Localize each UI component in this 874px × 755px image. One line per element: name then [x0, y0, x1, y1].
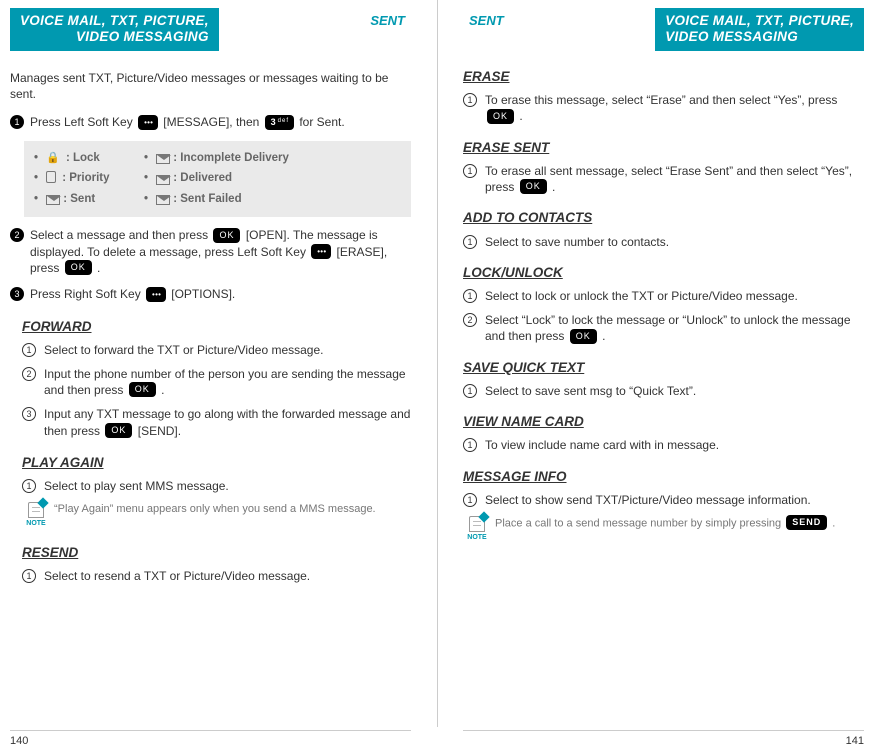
play-again-note: NOTE “Play Again” menu appears only when…: [22, 502, 411, 528]
ok-key-icon-r1: OK: [487, 109, 514, 124]
envelope-incomplete-icon: [156, 154, 170, 164]
step-2a: Select a message and then press: [30, 228, 211, 242]
step-3a: Press Right Soft Key: [30, 287, 144, 301]
ok-key-icon: OK: [213, 228, 240, 243]
add-contacts-title: ADD TO CONTACTS: [463, 209, 864, 227]
play-again-s1: 1 Select to play sent MMS message.: [22, 478, 411, 494]
message-info-title: MESSAGE INFO: [463, 468, 864, 486]
forward-s1: 1 Select to forward the TXT or Picture/V…: [22, 342, 411, 358]
ok-key-icon-4: OK: [105, 423, 132, 438]
sent-label-right: SENT: [463, 8, 510, 34]
resend-title: RESEND: [22, 544, 411, 562]
legend-lock: : Lock: [66, 151, 100, 167]
lock-unlock-s1: 1 Select to lock or unlock the TXT or Pi…: [463, 288, 864, 304]
note-icon-r: NOTE: [463, 516, 491, 542]
tab-line1: VOICE MAIL, TXT, PICTURE,: [20, 13, 209, 28]
erase-sent-s1: 1 To erase all sent message, select “Era…: [463, 163, 864, 196]
step-1: 1 Press Left Soft Key [MESSAGE], then de…: [10, 114, 411, 130]
tab-line1-r: VOICE MAIL, TXT, PICTURE,: [665, 13, 854, 28]
note-icon: NOTE: [22, 502, 50, 528]
add-contacts-s1: 1 Select to save number to contacts.: [463, 234, 864, 250]
step-1c: for Sent.: [299, 115, 344, 129]
save-quick-title: SAVE QUICK TEXT: [463, 359, 864, 377]
step-2-num: 2: [10, 228, 24, 242]
step-1a: Press Left Soft Key: [30, 115, 136, 129]
tab-line2: VIDEO MESSAGING: [76, 29, 209, 44]
step-2: 2 Select a message and then press OK [OP…: [10, 227, 411, 276]
ok-key-icon-2: OK: [65, 260, 92, 275]
page-left: VOICE MAIL, TXT, PICTURE, VIDEO MESSAGIN…: [0, 0, 437, 755]
erase-sent-title: ERASE SENT: [463, 139, 864, 157]
forward-s2: 2 Input the phone number of the person y…: [22, 366, 411, 399]
dots-key-icon: [138, 115, 158, 130]
legend-delivered: : Delivered: [173, 171, 232, 187]
legend-incomplete: : Incomplete Delivery: [173, 151, 289, 167]
envelope-failed-icon: [156, 195, 170, 205]
page-num-right: 141: [463, 730, 864, 749]
sent-label-left: SENT: [364, 8, 411, 34]
message-info-note: NOTE Place a call to a send message numb…: [463, 516, 864, 542]
flag-icon: [46, 170, 56, 188]
resend-s1: 1 Select to resend a TXT or Picture/Vide…: [22, 568, 411, 584]
ok-key-icon-r2: OK: [520, 179, 547, 194]
view-name-s1: 1 To view include name card with in mess…: [463, 437, 864, 453]
erase-title: ERASE: [463, 68, 864, 86]
header-left: VOICE MAIL, TXT, PICTURE, VIDEO MESSAGIN…: [10, 8, 411, 54]
tab-voice-mail-left: VOICE MAIL, TXT, PICTURE, VIDEO MESSAGIN…: [10, 8, 219, 51]
page-num-left: 140: [10, 730, 411, 749]
forward-title: FORWARD: [22, 318, 411, 336]
ok-key-icon-r3: OK: [570, 329, 597, 344]
intro-text: Manages sent TXT, Picture/Video messages…: [10, 70, 411, 102]
legend-priority: : Priority: [62, 171, 109, 187]
step-1b: [MESSAGE], then: [163, 115, 262, 129]
tab-voice-mail-right: VOICE MAIL, TXT, PICTURE, VIDEO MESSAGIN…: [655, 8, 864, 51]
erase-s1: 1 To erase this message, select “Erase” …: [463, 92, 864, 125]
three-key-icon: def: [265, 115, 294, 130]
dots-key-icon-2: [311, 244, 331, 259]
tab-line2-r: VIDEO MESSAGING: [665, 29, 798, 44]
play-again-title: PLAY AGAIN: [22, 454, 411, 472]
step-3: 3 Press Right Soft Key [OPTIONS].: [10, 286, 411, 302]
legend-failed: : Sent Failed: [173, 192, 241, 208]
legend-sent: : Sent: [63, 192, 95, 208]
step-1-num: 1: [10, 115, 24, 129]
forward-s3: 3 Input any TXT message to go along with…: [22, 406, 411, 439]
header-right: SENT VOICE MAIL, TXT, PICTURE, VIDEO MES…: [463, 8, 864, 54]
step-3-num: 3: [10, 287, 24, 301]
page-right: SENT VOICE MAIL, TXT, PICTURE, VIDEO MES…: [437, 0, 874, 755]
view-name-title: VIEW NAME CARD: [463, 413, 864, 431]
envelope-sent-icon: [46, 195, 60, 205]
ok-key-icon-3: OK: [129, 382, 156, 397]
lock-unlock-s2: 2 Select “Lock” to lock the message or “…: [463, 312, 864, 345]
lock-unlock-title: LOCK/UNLOCK: [463, 264, 864, 282]
step-3b: [OPTIONS].: [171, 287, 235, 301]
step-2d: .: [97, 261, 100, 275]
send-key-icon: SEND: [786, 515, 827, 530]
message-info-s1: 1 Select to show send TXT/Picture/Video …: [463, 492, 864, 508]
lock-icon: [46, 151, 60, 167]
legend-box: • : Lock • : Incomplete Delivery • : Pri…: [24, 141, 411, 218]
save-quick-s1: 1 Select to save sent msg to “Quick Text…: [463, 383, 864, 399]
envelope-delivered-icon: [156, 175, 170, 185]
dots-key-icon-3: [146, 287, 166, 302]
